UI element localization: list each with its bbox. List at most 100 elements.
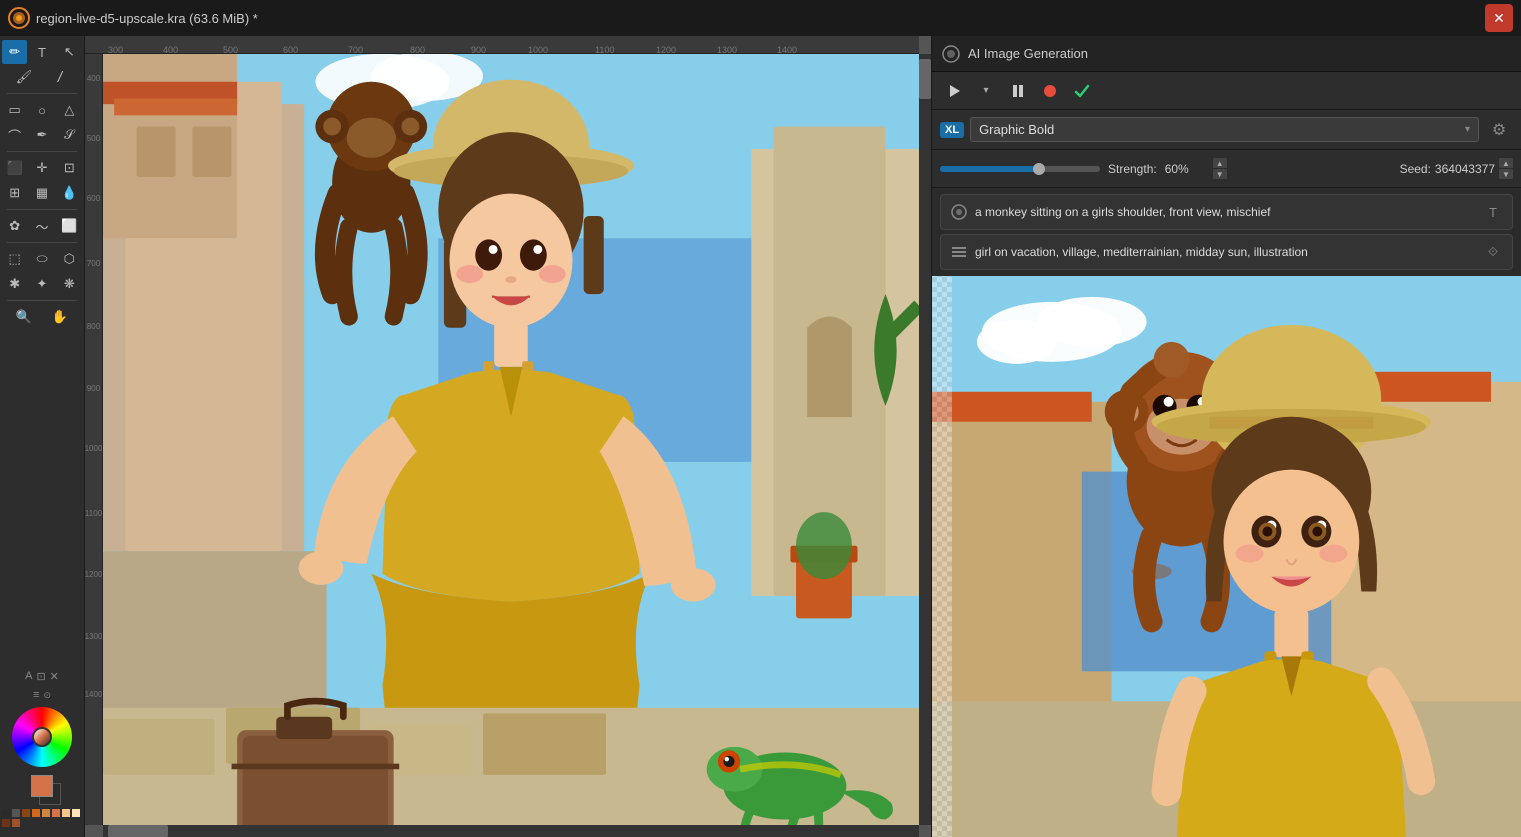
- model-settings-button[interactable]: ⚙: [1485, 116, 1513, 144]
- tool-row-10: 🔍 ✋: [2, 305, 82, 329]
- tool-row-2: 🖌 /: [2, 65, 82, 89]
- canvas-area: 300 400 500 600 700 800 900 1000 1100 12…: [85, 36, 931, 837]
- play-dropdown-button[interactable]: ▾: [972, 77, 1000, 105]
- style-prompt-action[interactable]: ⟐: [1482, 241, 1504, 263]
- color-wheel-center: [32, 727, 52, 747]
- fill-tool[interactable]: ⬛: [2, 156, 27, 180]
- seed-value: 364043377: [1435, 162, 1495, 176]
- calligraphy-tool[interactable]: 𝒮: [57, 123, 82, 147]
- strength-slider-thumb[interactable]: [1033, 163, 1045, 175]
- swatch-0[interactable]: [2, 809, 10, 817]
- multibrush-tool[interactable]: ✿: [2, 214, 27, 238]
- ruler-v-1000: 1000: [85, 444, 102, 453]
- magic-wand-tool[interactable]: ✱: [2, 272, 27, 296]
- ruler-top: 300 400 500 600 700 800 900 1000 1100 12…: [85, 36, 919, 54]
- smudge-tool[interactable]: 〜: [29, 214, 54, 238]
- swatch-4[interactable]: [42, 809, 50, 817]
- model-badge: XL: [940, 122, 964, 138]
- close-button[interactable]: ✕: [1485, 4, 1513, 32]
- color-swatches-strip: [2, 809, 82, 827]
- strength-up[interactable]: ▲: [1213, 158, 1227, 168]
- freehand-path-tool[interactable]: ⌒: [2, 123, 27, 147]
- colorpick-tool[interactable]: 💧: [57, 181, 82, 205]
- prompts-area: a monkey sitting on a girls shoulder, fr…: [932, 188, 1521, 276]
- swatch-7[interactable]: [72, 809, 80, 817]
- swatch-9[interactable]: [12, 819, 20, 827]
- seed-up[interactable]: ▲: [1499, 158, 1513, 168]
- record-button[interactable]: [1036, 77, 1064, 105]
- main-layout: ✏ T ↖ 🖌 / ▭ ○ △ ⌒ ✒ 𝒮: [0, 36, 1521, 837]
- ai-panel: AI Image Generation ▾: [931, 36, 1521, 837]
- layer-panel-btn[interactable]: A: [25, 670, 32, 683]
- swatch-3[interactable]: [32, 809, 40, 817]
- pan-tool[interactable]: ✋: [43, 305, 77, 329]
- brush-panel-btn[interactable]: ⊡: [36, 670, 45, 683]
- crop-tool[interactable]: ⊞: [2, 181, 27, 205]
- ruler-v-400: 400: [87, 74, 100, 83]
- rect-select-tool[interactable]: ⬚: [2, 247, 27, 271]
- transform-tool[interactable]: ⊡: [57, 156, 82, 180]
- tool-row-8: ⬚ ⬭ ⬡: [2, 247, 82, 271]
- ai-controls-bar: ▾: [932, 72, 1521, 110]
- positive-prompt-action[interactable]: T: [1482, 201, 1504, 223]
- apply-button[interactable]: [1068, 77, 1096, 105]
- shape-select-tool[interactable]: ↖: [57, 40, 82, 64]
- swatch-8[interactable]: [2, 819, 10, 827]
- paint-tool[interactable]: 🖌: [7, 65, 41, 89]
- ruler-mark-1000: 1000: [528, 45, 548, 55]
- move-tool[interactable]: ✛: [29, 156, 54, 180]
- tool-row-5: ⬛ ✛ ⊡: [2, 156, 82, 180]
- pencil-tool[interactable]: /: [43, 65, 77, 89]
- titlebar-left: region-live-d5-upscale.kra (63.6 MiB) *: [8, 7, 258, 29]
- similar-select-tool[interactable]: ❋: [57, 272, 82, 296]
- contiguous-select-tool[interactable]: ✦: [29, 272, 54, 296]
- pause-button[interactable]: [1004, 77, 1032, 105]
- tool-row-4: ⌒ ✒ 𝒮: [2, 123, 82, 147]
- strength-down[interactable]: ▼: [1213, 169, 1227, 179]
- foreground-color-swatch[interactable]: [31, 775, 53, 797]
- polygon-tool[interactable]: △: [57, 98, 82, 122]
- ruler-v-1200: 1200: [85, 570, 102, 579]
- ruler-v-1400: 1400: [85, 690, 102, 699]
- rect-tool[interactable]: ▭: [2, 98, 27, 122]
- canvas-viewport[interactable]: [103, 54, 919, 825]
- ruler-mark-700: 700: [348, 45, 363, 55]
- swatch-5[interactable]: [52, 809, 60, 817]
- ruler-mark-1100: 1100: [595, 45, 614, 55]
- swatch-6[interactable]: [62, 809, 70, 817]
- close-panel-btn[interactable]: ✕: [50, 670, 59, 683]
- positive-prompt-text[interactable]: a monkey sitting on a girls shoulder, fr…: [975, 205, 1476, 219]
- seed-down[interactable]: ▼: [1499, 169, 1513, 179]
- freehand-select-tool[interactable]: ⬡: [57, 247, 82, 271]
- ruler-v-1100: 1100: [85, 509, 102, 518]
- vertical-scroll-thumb[interactable]: [919, 59, 931, 99]
- style-prompt-text[interactable]: girl on vacation, village, mediterrainia…: [975, 245, 1476, 259]
- model-dropdown[interactable]: Graphic Bold ▾: [970, 117, 1479, 142]
- swatch-2[interactable]: [22, 809, 30, 817]
- gradient-tool[interactable]: ▦: [29, 181, 54, 205]
- freehand-brush-tool[interactable]: ✏: [2, 40, 27, 64]
- strength-slider[interactable]: [940, 166, 1100, 172]
- text-tool[interactable]: T: [29, 40, 54, 64]
- ruler-v-500: 500: [87, 134, 100, 143]
- play-button[interactable]: [940, 77, 968, 105]
- horizontal-scroll-thumb[interactable]: [108, 825, 168, 837]
- vertical-scrollbar[interactable]: [919, 54, 931, 825]
- color-wheel[interactable]: [12, 707, 72, 767]
- left-toolbar: ✏ T ↖ 🖌 / ▭ ○ △ ⌒ ✒ 𝒮: [0, 36, 85, 837]
- preview-area: [932, 276, 1521, 837]
- app-logo: [8, 7, 30, 29]
- style-prompt-row: girl on vacation, village, mediterrainia…: [940, 234, 1513, 270]
- layer-list-icon: ≡: [33, 689, 39, 701]
- tool-row-9: ✱ ✦ ❋: [2, 272, 82, 296]
- ellipse-tool[interactable]: ○: [29, 98, 54, 122]
- bezier-tool[interactable]: ✒: [29, 123, 54, 147]
- zoom-tool[interactable]: 🔍: [7, 305, 41, 329]
- ellipse-select-tool[interactable]: ⬭: [29, 247, 54, 271]
- horizontal-scrollbar[interactable]: [103, 825, 919, 837]
- eraser-tool[interactable]: ⬜: [57, 214, 82, 238]
- swatch-1[interactable]: [12, 809, 20, 817]
- separator-1: [7, 93, 77, 94]
- window-title: region-live-d5-upscale.kra (63.6 MiB) *: [36, 11, 258, 26]
- seed-spinners: ▲ ▼: [1499, 158, 1513, 179]
